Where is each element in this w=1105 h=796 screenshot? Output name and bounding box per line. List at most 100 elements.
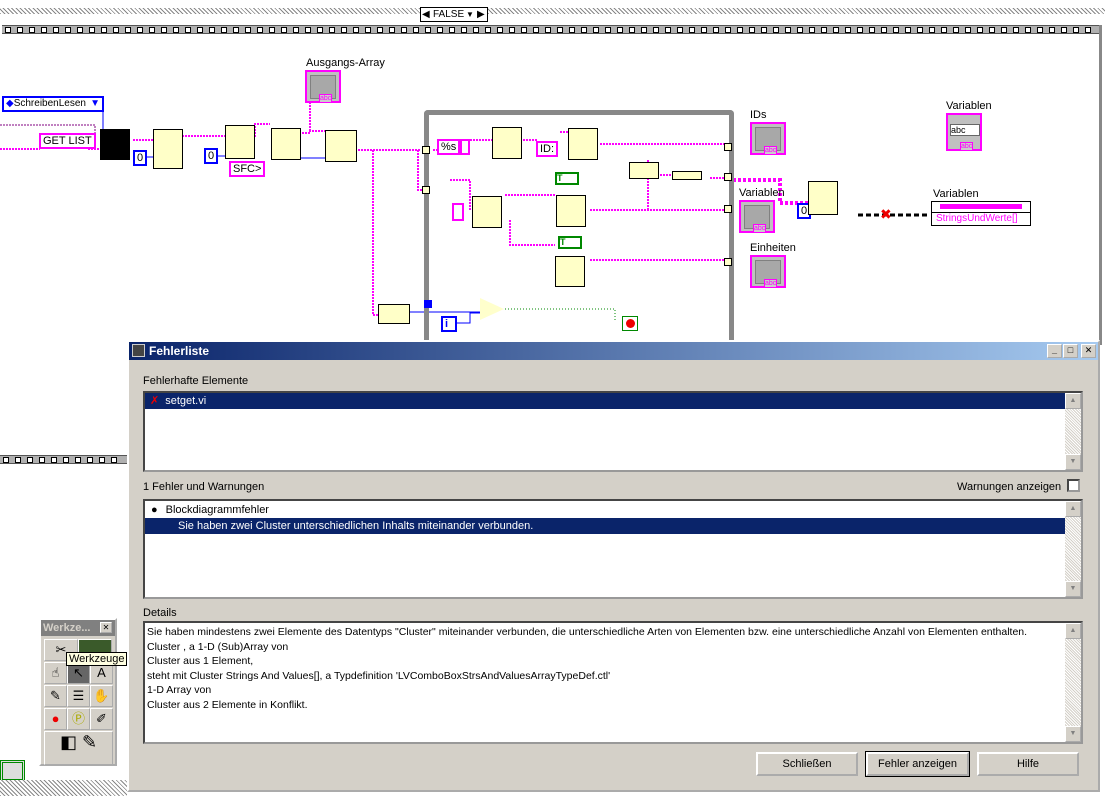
variablen-combo-control[interactable]: abc abc (946, 113, 982, 151)
match-pattern-node[interactable] (556, 195, 586, 227)
details-line: 1-D Array von (147, 684, 212, 696)
details-label: Details (143, 607, 177, 619)
probe-tool-icon[interactable]: Ⓟ (67, 708, 90, 730)
scroll-down-icon[interactable]: ▼ (1065, 726, 1081, 742)
coloring-tool-icon[interactable]: ◧ ✎ (44, 731, 113, 765)
close-dialog-button[interactable]: Schließen (756, 752, 858, 776)
scroll-tool-icon[interactable]: ✋ (90, 685, 113, 707)
zero-constant[interactable]: 0 (133, 150, 148, 166)
help-button[interactable]: Hilfe (977, 752, 1079, 776)
format-constant[interactable]: %s (437, 139, 461, 155)
strings-und-werte-label: StringsUndWerte[] (936, 213, 1018, 224)
index-array-node[interactable] (808, 181, 838, 215)
dialog-title-bar[interactable]: Fehlerliste _ □ ✕ (129, 342, 1098, 360)
maximize-button[interactable]: □ (1063, 344, 1078, 358)
comma-constant[interactable] (460, 139, 470, 155)
tools-palette[interactable]: Werkze... ✕ ✂ ☝ ↖ A ✎ ☰ ✋ ● Ⓟ ✐ ◧ ✎ (39, 618, 117, 766)
array-size-node[interactable] (378, 304, 410, 324)
show-warnings-label: Warnungen anzeigen (957, 481, 1062, 493)
boolean-control[interactable] (0, 760, 25, 782)
bullet-icon: ● (151, 504, 158, 516)
label-variablen-cluster: Variablen (933, 188, 979, 200)
close-button[interactable]: ✕ (1081, 344, 1096, 358)
tunnel (724, 258, 732, 266)
scrollbar[interactable]: ▲ ▼ (1065, 393, 1081, 470)
zero-constant[interactable]: 0 (204, 148, 219, 164)
show-error-button[interactable]: Fehler anzeigen (865, 751, 970, 777)
shortcut-menu-tool-icon[interactable]: ☰ (67, 685, 90, 707)
details-line: Cluster aus 1 Element, (147, 655, 254, 667)
scroll-down-icon[interactable]: ▼ (1065, 454, 1081, 470)
color-copy-tool-icon[interactable]: ✐ (90, 708, 113, 730)
scrollbar[interactable]: ▲ ▼ (1065, 623, 1081, 742)
ids-indicator[interactable]: abc (750, 122, 786, 155)
label-ids: IDs (750, 109, 767, 121)
match-pattern-node[interactable] (555, 256, 585, 287)
shift-register (424, 300, 432, 308)
error-message[interactable]: Sie haben zwei Cluster unterschiedlichen… (145, 518, 1065, 534)
format-string-node[interactable] (568, 128, 598, 160)
bundle-node[interactable] (629, 162, 659, 179)
frame-sprocket (39, 457, 45, 463)
frame-sprocket (87, 457, 93, 463)
loop-index-terminal: i (441, 316, 457, 332)
breakpoint-tool-icon[interactable]: ● (44, 708, 67, 730)
error-list-dialog: Fehlerliste _ □ ✕ Fehlerhafte Elemente ✗… (127, 340, 1100, 792)
stop-condition-icon[interactable] (622, 316, 638, 331)
label-variablen: Variablen (739, 187, 785, 199)
enum-constant[interactable]: ◆SchreibenLesen ▼ (2, 96, 104, 112)
array-function-node[interactable] (325, 130, 357, 162)
search-function-node[interactable] (271, 128, 301, 160)
true-constant[interactable]: T (555, 172, 579, 185)
chevron-down-icon: ▼ (90, 98, 100, 109)
frame-sprocket (99, 457, 105, 463)
operate-tool-icon[interactable]: ☝ (44, 662, 67, 684)
scroll-up-icon[interactable]: ▲ (1065, 501, 1081, 517)
format-string-node[interactable] (472, 196, 502, 228)
equal-comparison-node[interactable] (480, 298, 504, 320)
array-function-node[interactable] (225, 125, 255, 159)
einheiten-indicator[interactable]: abc (750, 255, 786, 288)
close-icon[interactable]: ✕ (100, 622, 112, 633)
details-line: steht mit Cluster Strings And Values[], … (147, 669, 611, 682)
scroll-down-icon[interactable]: ▼ (1065, 581, 1081, 597)
scroll-up-icon[interactable]: ▲ (1065, 623, 1081, 639)
subvi-node[interactable] (100, 129, 130, 160)
sfc-constant[interactable]: SFC> (229, 161, 266, 177)
error-category[interactable]: ● Blockdiagrammfehler (145, 502, 1065, 518)
sequence-frame-lower (0, 455, 127, 464)
variablen-indicator[interactable]: abc (739, 200, 775, 233)
id-constant[interactable]: ID: (536, 141, 559, 157)
scroll-up-icon[interactable]: ▲ (1065, 393, 1081, 409)
true-constant[interactable]: T (558, 236, 582, 249)
tools-palette-title: Werkze... (43, 622, 91, 634)
tunnel (724, 173, 732, 181)
strings-und-werte-terminal[interactable]: StringsUndWerte[] (931, 201, 1031, 226)
details-line: Sie haben mindestens zwei Elemente des D… (147, 626, 1028, 638)
label-variablen-combo: Variablen (946, 100, 992, 112)
details-textbox[interactable]: Sie haben mindestens zwei Elemente des D… (143, 621, 1083, 744)
build-array-node[interactable] (672, 171, 702, 180)
error-x-icon: ✗ (150, 395, 160, 407)
tunnel (724, 205, 732, 213)
errors-list[interactable]: ● Blockdiagrammfehler Sie haben zwei Clus… (143, 499, 1083, 599)
list-item[interactable]: ✗ setget.vi (145, 393, 1065, 409)
label-einheiten: Einheiten (750, 242, 796, 254)
format-string-node[interactable] (492, 127, 522, 159)
enum-arrows-icon: ◆ (6, 98, 14, 109)
array-function-node[interactable] (153, 129, 183, 169)
ausgangs-array-indicator[interactable]: abc (305, 70, 341, 103)
get-list-constant[interactable]: GET LIST (39, 133, 96, 149)
minimize-button[interactable]: _ (1047, 344, 1062, 358)
frame-sprocket (75, 457, 81, 463)
items-list[interactable]: ✗ setget.vi ▲ ▼ (143, 391, 1083, 472)
details-line: Cluster , a 1-D (Sub)Array von (147, 640, 289, 653)
show-warnings-checkbox[interactable] (1067, 479, 1080, 492)
comma-constant[interactable] (452, 203, 464, 221)
errors-label: 1 Fehler und Warnungen (143, 481, 265, 493)
frame-sprocket (15, 457, 21, 463)
scrollbar[interactable]: ▲ ▼ (1065, 501, 1081, 597)
wire-tool-icon[interactable]: ✎ (44, 685, 67, 707)
label-ausgangs-array: Ausgangs-Array (306, 57, 385, 69)
labview-icon (132, 344, 145, 357)
